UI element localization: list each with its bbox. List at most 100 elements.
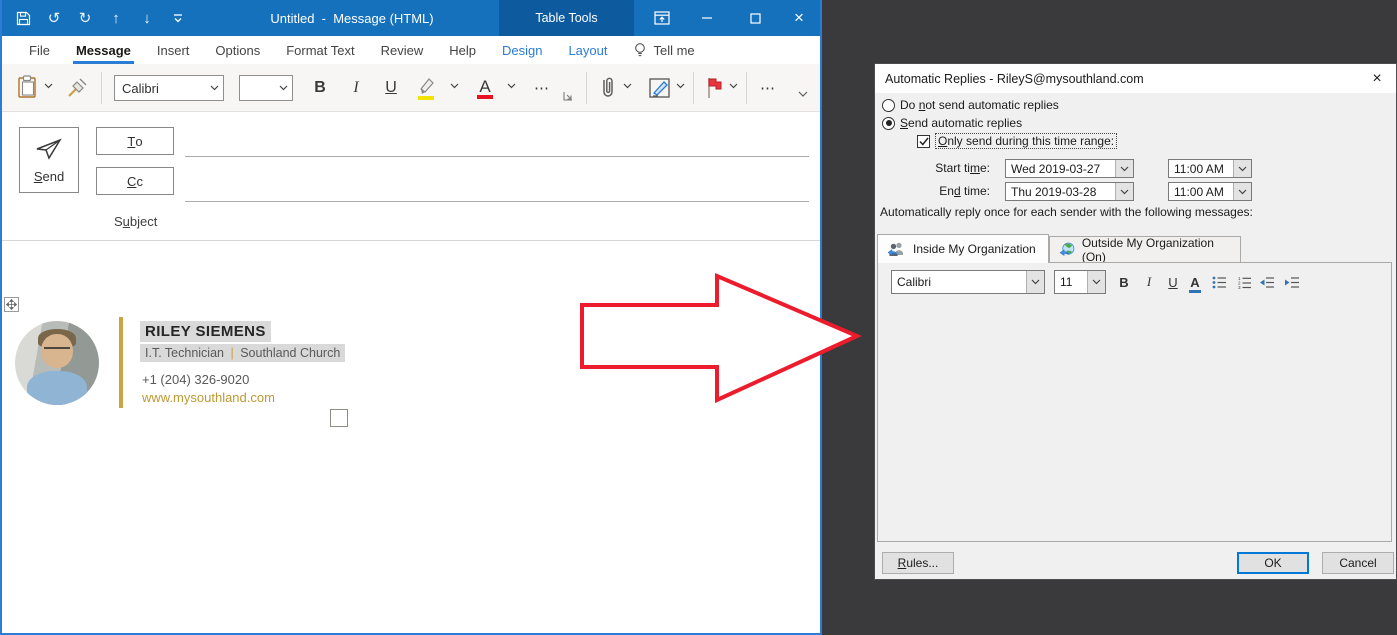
move-up-icon[interactable]: ↑ xyxy=(107,6,125,30)
reply-instruction-text: Automatically reply once for each sender… xyxy=(880,205,1253,219)
end-time-value: 11:00 AM xyxy=(1169,183,1233,200)
tab-message[interactable]: Message xyxy=(63,36,144,64)
tab-options[interactable]: Options xyxy=(202,36,273,64)
radio-do-not-send[interactable]: Do not send automatic replies xyxy=(882,97,1059,113)
more-formatting-button[interactable]: ⋯ xyxy=(528,73,556,103)
tab-layout[interactable]: Layout xyxy=(555,36,620,64)
undo-icon[interactable]: ↺ xyxy=(45,6,63,30)
chevron-down-icon[interactable] xyxy=(1115,183,1133,200)
editor-increase-indent-icon[interactable] xyxy=(1281,270,1303,294)
chevron-down-icon[interactable] xyxy=(274,85,292,91)
italic-button[interactable]: I xyxy=(344,73,368,103)
redo-icon[interactable]: ↻ xyxy=(76,6,94,30)
start-time-combobox[interactable]: 11:00 AM xyxy=(1168,159,1252,178)
tab-help[interactable]: Help xyxy=(436,36,489,64)
follow-up-flag-icon[interactable] xyxy=(701,72,727,104)
underline-button[interactable]: U xyxy=(379,73,403,103)
tab-inside-my-organization[interactable]: Inside My Organization xyxy=(877,234,1049,263)
dialog-close-button[interactable]: × xyxy=(1362,64,1392,93)
customize-qat-icon[interactable] xyxy=(169,6,187,30)
editor-bullet-list-icon[interactable] xyxy=(1208,270,1230,294)
font-color-icon[interactable]: A xyxy=(472,72,498,104)
paste-icon[interactable] xyxy=(14,72,40,102)
attach-dropdown-icon[interactable] xyxy=(623,83,632,89)
tab-outside-my-organization[interactable]: Outside My Organization (On) xyxy=(1049,236,1241,263)
signature-role: I.T. Technician xyxy=(145,346,224,360)
signature-dropdown-icon[interactable] xyxy=(676,83,685,89)
radio-send-automatic[interactable]: Send automatic replies xyxy=(882,115,1022,131)
editor-numbered-list-icon[interactable]: 123 xyxy=(1233,270,1255,294)
editor-font-color-button[interactable]: A xyxy=(1184,270,1206,294)
tab-file[interactable]: File xyxy=(16,36,63,64)
tab-insert[interactable]: Insert xyxy=(144,36,203,64)
checkbox-checked-icon[interactable] xyxy=(917,135,930,148)
chevron-down-icon[interactable] xyxy=(1115,160,1133,177)
end-date-combobox[interactable]: Thu 2019-03-28 xyxy=(1005,182,1134,201)
ribbon-toolbar: Calibri B I U A ⋯ xyxy=(2,64,820,112)
font-size-combobox[interactable] xyxy=(239,75,293,101)
chevron-down-icon[interactable] xyxy=(1233,183,1251,200)
font-name-combobox[interactable]: Calibri xyxy=(114,75,224,101)
time-range-checkbox[interactable]: Only send during this time range: xyxy=(917,133,1117,149)
editor-italic-button[interactable]: I xyxy=(1138,270,1160,294)
cancel-button[interactable]: Cancel xyxy=(1322,552,1394,574)
tell-me-label: Tell me xyxy=(653,43,694,58)
end-time-combobox[interactable]: 11:00 AM xyxy=(1168,182,1252,201)
tab-format-text[interactable]: Format Text xyxy=(273,36,367,64)
avatar-shirt xyxy=(27,371,87,405)
text-highlight-icon[interactable] xyxy=(412,72,440,104)
signature-icon[interactable] xyxy=(646,72,674,104)
flag-dropdown-icon[interactable] xyxy=(729,83,738,89)
signature-divider-bar xyxy=(119,317,123,408)
editor-decrease-indent-icon[interactable] xyxy=(1256,270,1278,294)
to-button[interactable]: To xyxy=(96,127,174,155)
quick-access-toolbar: ↺ ↻ ↑ ↓ xyxy=(14,0,187,36)
tab-review[interactable]: Review xyxy=(368,36,437,64)
cc-button[interactable]: Cc xyxy=(96,167,174,195)
ribbon-tab-strip: File Message Insert Options Format Text … xyxy=(2,36,820,64)
editor-underline-button[interactable]: U xyxy=(1162,270,1184,294)
chevron-down-icon[interactable] xyxy=(1087,271,1105,293)
font-name-value: Calibri xyxy=(115,81,205,96)
radio-icon[interactable] xyxy=(882,99,895,112)
ok-button[interactable]: OK xyxy=(1237,552,1309,574)
rules-button[interactable]: Rules... xyxy=(882,552,954,574)
radio-selected-icon[interactable] xyxy=(882,117,895,130)
tab-design[interactable]: Design xyxy=(489,36,555,64)
move-down-icon[interactable]: ↓ xyxy=(138,6,156,30)
to-field[interactable] xyxy=(185,156,809,157)
signature-website[interactable]: www.mysouthland.com xyxy=(142,390,275,405)
cc-field[interactable] xyxy=(185,201,809,202)
save-icon[interactable] xyxy=(14,6,32,30)
paste-dropdown-icon[interactable] xyxy=(44,83,53,89)
tab-tell-me[interactable]: Tell me xyxy=(620,36,707,64)
window-title: Untitled - Message (HTML) xyxy=(257,0,447,36)
table-move-handle-icon[interactable] xyxy=(4,297,19,312)
group-separator xyxy=(586,72,587,104)
subject-label[interactable]: Subject xyxy=(114,214,157,229)
send-button[interactable]: Send xyxy=(19,127,79,193)
editor-font-combobox[interactable]: Calibri xyxy=(891,270,1045,294)
bold-button[interactable]: B xyxy=(308,73,332,103)
start-date-combobox[interactable]: Wed 2019-03-27 xyxy=(1005,159,1134,178)
close-button[interactable]: × xyxy=(786,0,812,36)
chevron-down-icon[interactable] xyxy=(1233,160,1251,177)
basic-text-dialog-launcher-icon[interactable] xyxy=(562,90,574,102)
signature-photo xyxy=(15,321,99,405)
editor-bold-button[interactable]: B xyxy=(1113,270,1135,294)
lightbulb-icon xyxy=(633,42,647,58)
more-commands-button[interactable]: ⋯ xyxy=(754,73,782,103)
editor-size-combobox[interactable]: 11 xyxy=(1054,270,1106,294)
chevron-down-icon[interactable] xyxy=(205,85,223,91)
highlight-dropdown-icon[interactable] xyxy=(450,83,459,89)
start-time-label: Start time: xyxy=(905,159,990,178)
collapse-ribbon-icon[interactable] xyxy=(798,91,808,98)
maximize-button[interactable] xyxy=(742,0,768,36)
minimize-button[interactable] xyxy=(694,0,720,36)
font-color-dropdown-icon[interactable] xyxy=(507,83,516,89)
group-separator xyxy=(101,72,102,104)
format-painter-icon[interactable] xyxy=(62,73,92,103)
chevron-down-icon[interactable] xyxy=(1026,271,1044,293)
ribbon-display-options-icon[interactable] xyxy=(649,0,675,36)
attach-file-icon[interactable] xyxy=(596,72,620,104)
